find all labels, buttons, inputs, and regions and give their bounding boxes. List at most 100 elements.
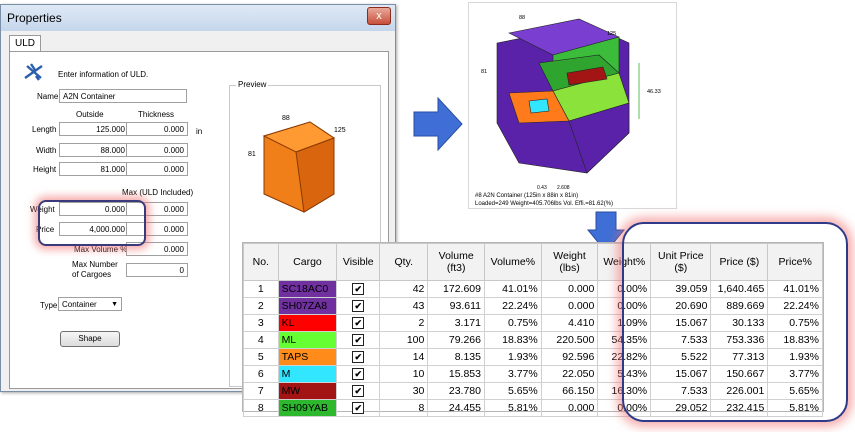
wt-cell: 4.410 (540, 314, 599, 332)
vol-cell: 23.780 (427, 382, 485, 400)
row-number-cell: 5 (243, 348, 279, 366)
view-dim-top: 88 (519, 15, 525, 21)
dialog-title-bar[interactable]: Properties x (1, 5, 395, 31)
cargo-cell: ML (277, 331, 338, 349)
visible-cell[interactable]: ✔ (336, 314, 381, 332)
qty-cell: 10 (379, 365, 429, 383)
airplane-icon (24, 63, 43, 81)
length-field[interactable]: 125.000 (59, 122, 129, 136)
height-field[interactable]: 81.000 (59, 162, 129, 176)
volp-cell: 0.75% (483, 314, 542, 332)
close-button[interactable]: x (367, 7, 391, 25)
visible-cell[interactable]: ✔ (336, 280, 381, 298)
cargo-cell: M (277, 365, 338, 383)
visible-checkbox[interactable]: ✔ (352, 317, 365, 329)
vol-cell: 24.455 (427, 399, 485, 417)
column-header[interactable]: Weight (lbs) (540, 243, 599, 281)
vol-cell: 79.266 (427, 331, 485, 349)
width-thickness-field[interactable]: 0.000 (126, 143, 188, 157)
visible-checkbox[interactable]: ✔ (352, 283, 365, 295)
cargo-cell: SH07ZA8 (277, 297, 338, 315)
view-dim-right-top: 125 (607, 31, 616, 37)
max-uld-included-label: Max (ULD Included) (122, 188, 194, 197)
vol-cell: 3.171 (427, 314, 485, 332)
cargo-cell: TAPS (277, 348, 338, 366)
view-dim-left: 81 (481, 69, 487, 75)
chevron-down-icon: ▼ (111, 301, 118, 308)
wt-cell: 92.596 (540, 348, 599, 366)
cargo-cell: SH09YAB (277, 399, 338, 417)
volp-cell: 41.01% (483, 280, 542, 298)
view-dim-right: 46.33 (647, 89, 661, 95)
preview-dim-81: 81 (248, 151, 256, 158)
column-header[interactable]: Cargo (277, 243, 338, 281)
cargo-cell: MW (277, 382, 338, 400)
name-field[interactable]: A2N Container (59, 89, 187, 103)
wt-cell: 220.500 (540, 331, 599, 349)
visible-cell[interactable]: ✔ (336, 399, 381, 417)
row-number-cell: 7 (243, 382, 279, 400)
volp-cell: 5.65% (483, 382, 542, 400)
row-number-cell: 6 (243, 365, 279, 383)
max-cargoes-field[interactable]: 0 (126, 263, 188, 277)
visible-checkbox[interactable]: ✔ (352, 402, 365, 414)
wt-cell: 22.050 (540, 365, 599, 383)
tab-uld[interactable]: ULD (9, 35, 41, 52)
visible-checkbox[interactable]: ✔ (352, 334, 365, 346)
width-label: Width (36, 146, 57, 155)
visible-checkbox[interactable]: ✔ (352, 385, 365, 397)
outside-column-label: Outside (76, 110, 104, 119)
visible-checkbox[interactable]: ✔ (352, 368, 365, 380)
view-dim-bottom-a: 0.43 (537, 185, 547, 191)
preview-dim-125: 125 (334, 127, 346, 134)
instruction-text: Enter information of ULD. (58, 70, 149, 79)
row-number-cell: 4 (243, 331, 279, 349)
view-dim-bottom-b: 2.608 (557, 185, 570, 191)
width-field[interactable]: 88.000 (59, 143, 129, 157)
length-thickness-field[interactable]: 0.000 (126, 122, 188, 136)
unit-label: in (196, 127, 203, 136)
visible-cell[interactable]: ✔ (336, 331, 381, 349)
loaded-container-render: 88 125 81 46.33 0.43 2.608 #8 A2N Contai… (475, 15, 661, 207)
column-header[interactable]: Visible (336, 243, 381, 281)
row-number-cell: 3 (243, 314, 279, 332)
wt-cell: 0.000 (540, 297, 599, 315)
column-header[interactable]: No. (243, 243, 279, 281)
preview-dim-88: 88 (282, 115, 290, 122)
volp-cell: 3.77% (483, 365, 542, 383)
type-select[interactable]: Container ▼ (58, 297, 122, 311)
column-header[interactable]: Volume% (483, 243, 542, 281)
column-header[interactable]: Volume (ft3) (427, 243, 485, 281)
qty-cell: 100 (379, 331, 429, 349)
qty-cell: 14 (379, 348, 429, 366)
shape-button[interactable]: Shape (60, 331, 120, 347)
qty-cell: 42 (379, 280, 429, 298)
qty-cell: 43 (379, 297, 429, 315)
height-label: Height (33, 165, 57, 174)
visible-cell[interactable]: ✔ (336, 348, 381, 366)
name-label: Name (37, 92, 59, 101)
right-arrow-icon (413, 96, 463, 152)
height-thickness-field[interactable]: 0.000 (126, 162, 188, 176)
row-number-cell: 8 (243, 399, 279, 417)
volp-cell: 18.83% (483, 331, 542, 349)
volp-cell: 22.24% (483, 297, 542, 315)
dialog-title: Properties (7, 11, 62, 25)
visible-checkbox[interactable]: ✔ (352, 300, 365, 312)
max-cargoes-label: Max Number of Cargoes (72, 260, 118, 279)
volp-cell: 5.81% (483, 399, 542, 417)
price-highlight (38, 200, 146, 246)
volp-cell: 1.93% (483, 348, 542, 366)
visible-cell[interactable]: ✔ (336, 297, 381, 315)
wt-cell: 0.000 (540, 280, 599, 298)
thickness-column-label: Thickness (138, 110, 175, 119)
visible-cell[interactable]: ✔ (336, 365, 381, 383)
visible-checkbox[interactable]: ✔ (352, 351, 365, 363)
loaded-container-3d-view: 88 125 81 46.33 0.43 2.608 #8 A2N Contai… (468, 2, 677, 209)
column-header[interactable]: Qty. (379, 243, 429, 281)
qty-cell: 8 (379, 399, 429, 417)
type-label: Type (40, 301, 58, 310)
view-caption-2: Loaded=249 Weight=405.706lbs Vol. Effi.=… (475, 201, 613, 207)
vol-cell: 93.611 (427, 297, 485, 315)
visible-cell[interactable]: ✔ (336, 382, 381, 400)
